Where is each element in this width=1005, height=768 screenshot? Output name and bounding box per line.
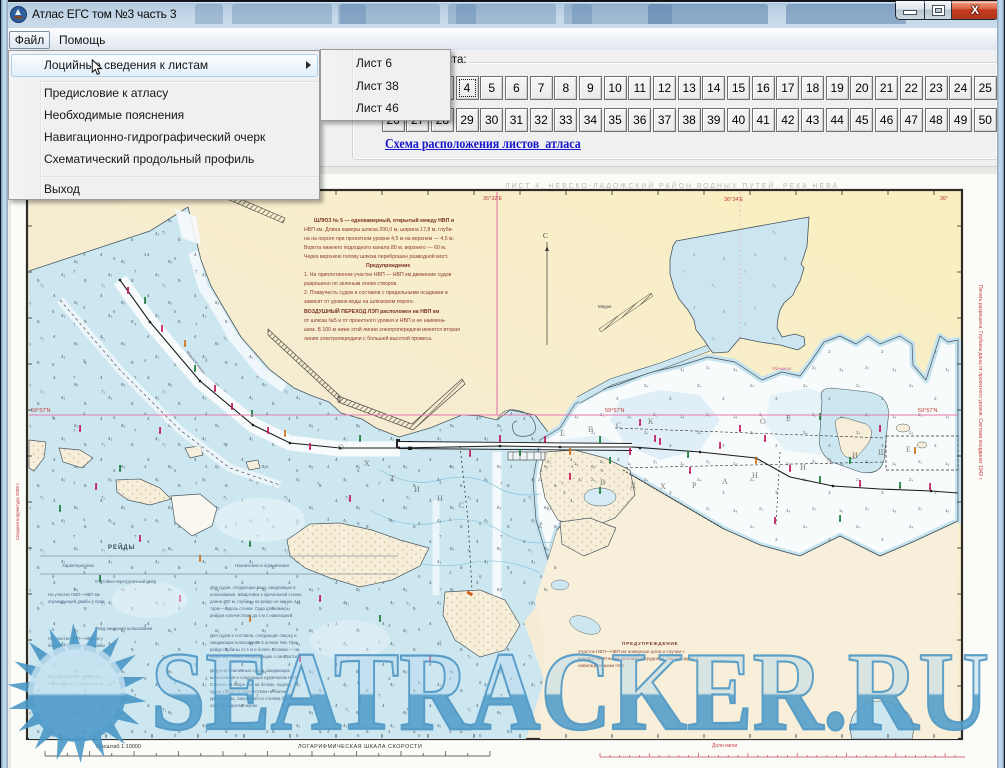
svg-text:от шлюза №5 и от проектно: от шлюза №5 и от проектного уровня и НВП… xyxy=(304,318,446,324)
svg-text:Щ: Щ xyxy=(878,448,886,457)
svg-text:В: В xyxy=(588,425,593,434)
svg-text:НВП км. Длина камеры шлюза 290: НВП км. Длина камеры шлюза 290,0 м, шири… xyxy=(304,227,453,233)
svg-text:Е: Е xyxy=(786,414,791,423)
svg-text:Печать разрешена. Глубины даны: Печать разрешена. Глубины даны от проект… xyxy=(977,285,983,480)
svg-text:на на пороге при проектном уро: на на пороге при проектном уровне 4,5 м … xyxy=(304,236,454,242)
svg-text:И: И xyxy=(414,485,420,494)
svg-text:линия электропередачи с больше: линия электропередачи с большей высотой … xyxy=(304,335,432,342)
svg-text:разрешено по зеленым огням ств: разрешено по зеленым огням створов. xyxy=(304,281,398,287)
svg-text:36°32′E: 36°32′E xyxy=(483,196,502,202)
svg-text:36°: 36° xyxy=(940,196,948,202)
svg-text:ЛИСТ 4. НЕВСКО-ЛАДОЖСКИЙ РАЙОН: ЛИСТ 4. НЕВСКО-ЛАДОЖСКИЙ РАЙОН ВОДНЫХ ПУ… xyxy=(505,181,839,190)
svg-text:Для судов, следующих вниз,: Для судов, следующих вниз, ожидающих в xyxy=(210,585,296,590)
svg-text:ВОЗДУШНЫЙ ПЕРЕХОД ЛЭП распо: ВОЗДУШНЫЙ ПЕРЕХОД ЛЭП расположен на НВП … xyxy=(304,307,439,315)
svg-text:ограждающей дамбы у прав.: ограждающей дамбы у прав. xyxy=(48,599,106,604)
svg-text:59°57′N: 59°57′N xyxy=(31,408,50,414)
svg-text:Убежище: Убежище xyxy=(772,366,792,371)
svg-text:1. На приплотинном участке: 1. На приплотинном участке НВП — НВП км … xyxy=(304,272,452,278)
svg-text:36°34′E: 36°34′E xyxy=(724,197,743,203)
svg-text:Х: Х xyxy=(364,459,370,468)
svg-text:Т: Т xyxy=(390,474,395,483)
svg-text:шлюзования. Швартовка к причал: шлюзования. Швартовка к причальной стенк… xyxy=(210,592,303,597)
svg-text:2. Плавучесть судов и соста: 2. Плавучесть судов и составов с предель… xyxy=(304,290,448,296)
svg-text:Рейд ожидания шлюзования: Рейд ожидания шлюзования xyxy=(95,626,153,631)
svg-text:А: А xyxy=(722,477,728,486)
svg-text:С: С xyxy=(616,421,621,430)
svg-text:рейдов количеством до 4 м с на: рейдов количеством до 4 м с навигацией. xyxy=(210,613,294,618)
svg-text:В: В xyxy=(600,478,605,487)
svg-text:О: О xyxy=(760,417,766,426)
svg-text:Через верхнюю голову шлюза пер: Через верхнюю голову шлюза переброшен ра… xyxy=(304,253,448,260)
svg-text:ШЛЮЗ № 5 — однокамерный,: ШЛЮЗ № 5 — однокамерный, открытый между … xyxy=(314,217,454,224)
svg-text:И: И xyxy=(852,451,858,460)
svg-text:О: О xyxy=(338,443,344,452)
svg-text:И: И xyxy=(800,463,806,472)
svg-text:Х: Х xyxy=(660,482,666,491)
svg-text:Отстойно-перегрузочный рейд: Отстойно-перегрузочный рейд xyxy=(95,579,157,584)
svg-text:Е: Е xyxy=(906,445,911,454)
svg-text:C: C xyxy=(543,232,548,240)
svg-text:Сводная корректура 2008 г.: Сводная корректура 2008 г. xyxy=(15,482,20,540)
svg-text:Л: Л xyxy=(826,457,832,466)
svg-text:На участке НВП—НВП км: На участке НВП—НВП км xyxy=(48,592,100,597)
svg-text:шем. В 100 м ниже этой линии э: шем. В 100 м ниже этой линии электропере… xyxy=(304,326,460,333)
svg-text:SEATRACKER.RU: SEATRACKER.RU xyxy=(151,630,989,754)
svg-text:Характеристика: Характеристика xyxy=(62,563,95,568)
svg-text:С: С xyxy=(459,501,464,510)
svg-text:Д: Д xyxy=(630,481,636,490)
svg-text:Н: Н xyxy=(752,471,758,480)
svg-text:59°57′N: 59°57′N xyxy=(918,408,937,414)
svg-text:торм — вдоль стенки. Суда д: торм — вдоль стенки. Суда для камеры xyxy=(210,606,290,611)
svg-text:Е: Е xyxy=(560,429,565,438)
svg-text:К: К xyxy=(648,417,654,426)
svg-text:зависит от уровня воды на: зависит от уровня воды на шлюзовом порог… xyxy=(304,299,414,305)
svg-text:РЕЙДЫ: РЕЙДЫ xyxy=(108,543,135,551)
svg-text:Н: Н xyxy=(437,494,443,503)
svg-text:Мауре: Мауре xyxy=(598,304,612,309)
svg-text:59°57′N: 59°57′N xyxy=(605,408,624,414)
svg-text:Р: Р xyxy=(692,481,697,490)
svg-text:Предупреждение: Предупреждение xyxy=(366,263,410,269)
svg-text:Назначение и ограничения: Назначение и ограничения xyxy=(235,563,290,568)
svg-text:Ворота нижнего подходного к: Ворота нижнего подходного канала 80 м, в… xyxy=(304,245,446,251)
svg-text:длина 300 м, глубины на ре: длина 300 м, глубины на рейде не менее 4… xyxy=(210,599,301,604)
